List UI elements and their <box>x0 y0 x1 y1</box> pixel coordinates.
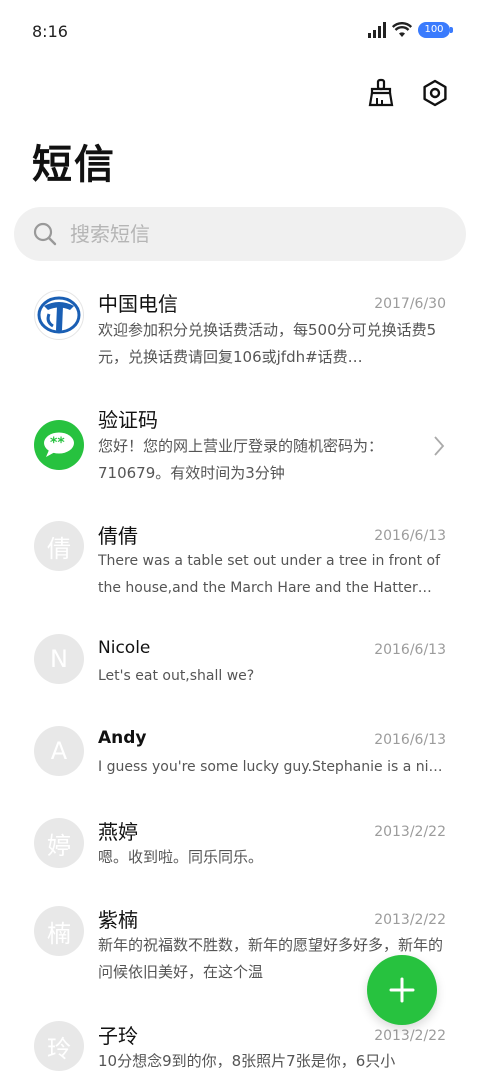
conversation-name: 验证码 <box>98 408 158 432</box>
conversation-date: 2016/6/13 <box>374 528 446 544</box>
battery-icon: 100 <box>418 22 453 38</box>
gear-icon <box>423 79 447 107</box>
status-bar: 8:16 100 <box>0 0 480 64</box>
status-time: 8:16 <box>32 22 68 41</box>
conversation-date: 2016/6/13 <box>374 732 446 748</box>
telecom-logo-avatar <box>34 290 84 340</box>
conversation-preview: I guess you're some lucky guy.Stephanie … <box>98 759 448 775</box>
conversation-item[interactable]: 倩 倩倩 2016/6/13 There was a table set out… <box>0 508 480 622</box>
contact-avatar: 玲 <box>34 1021 84 1071</box>
settings-button[interactable] <box>418 76 452 110</box>
search-icon <box>33 222 57 246</box>
conversation-name: 子玲 <box>98 1024 138 1048</box>
conversation-preview: 欢迎参加积分兑换话费活动，每500分可兑换话费5元，兑换话费请回复106或jfd… <box>98 321 437 366</box>
contact-avatar: 楠 <box>34 906 84 956</box>
conversation-name: 燕婷 <box>98 820 138 844</box>
search-input[interactable] <box>68 221 432 247</box>
contact-avatar: 婷 <box>34 818 84 868</box>
wifi-icon <box>392 22 412 37</box>
top-actions <box>364 76 452 110</box>
conversation-date: 2013/2/22 <box>374 912 446 928</box>
china-telecom-logo-icon <box>37 296 81 334</box>
conversation-preview: 您好！您的网上营业厅登录的随机密码为：710679。有效时间为3分钟 <box>98 437 384 482</box>
clean-button[interactable] <box>364 76 398 110</box>
conversation-name: Andy <box>98 728 147 748</box>
conversation-date: 2016/6/13 <box>374 642 446 658</box>
conversation-name: 中国电信 <box>98 292 178 316</box>
conversation-name: 倩倩 <box>98 524 138 548</box>
conversation-preview: 嗯。收到啦。同乐同乐。 <box>98 848 264 866</box>
plus-icon <box>389 977 415 1003</box>
conversation-item[interactable]: A Andy 2016/6/13 I guess you're some luc… <box>0 716 480 806</box>
conversation-item[interactable]: ** 验证码 您好！您的网上营业厅登录的随机密码为：710679。有效时间为3分… <box>0 392 480 506</box>
avatar-text: ** <box>50 435 65 451</box>
page-title: 短信 <box>32 141 116 188</box>
broom-icon <box>368 78 394 107</box>
conversation-preview: 10分想念9到的你，8张照片7张是你，6只小 <box>98 1052 396 1070</box>
new-message-button[interactable] <box>367 955 437 1025</box>
contact-avatar: A <box>34 726 84 776</box>
conversation-name: 紫楠 <box>98 908 138 932</box>
conversation-item[interactable]: 玲 子玲 2013/2/22 10分想念9到的你，8张照片7张是你，6只小 <box>0 1016 480 1076</box>
conversation-date: 2013/2/22 <box>374 824 446 840</box>
contact-avatar: 倩 <box>34 521 84 571</box>
contact-avatar: N <box>34 634 84 684</box>
conversation-date: 2017/6/30 <box>374 296 446 312</box>
chat-logo-avatar: ** <box>34 420 84 470</box>
conversation-preview: There was a table set out under a tree i… <box>98 553 441 596</box>
status-icons: 100 <box>368 22 453 38</box>
conversation-item[interactable]: 中国电信 2017/6/30 欢迎参加积分兑换话费活动，每500分可兑换话费5元… <box>0 276 480 390</box>
chevron-right-icon <box>434 436 445 456</box>
conversation-name: Nicole <box>98 638 151 658</box>
battery-level: 100 <box>424 24 444 35</box>
conversation-date: 2013/2/22 <box>374 1028 446 1044</box>
conversation-preview: Let's eat out,shall we? <box>98 668 255 684</box>
search-bar[interactable] <box>14 207 466 261</box>
conversation-item[interactable]: 婷 燕婷 2013/2/22 嗯。收到啦。同乐同乐。 <box>0 808 480 900</box>
signal-icon <box>368 22 386 38</box>
conversation-item[interactable]: N Nicole 2016/6/13 Let's eat out,shall w… <box>0 624 480 714</box>
